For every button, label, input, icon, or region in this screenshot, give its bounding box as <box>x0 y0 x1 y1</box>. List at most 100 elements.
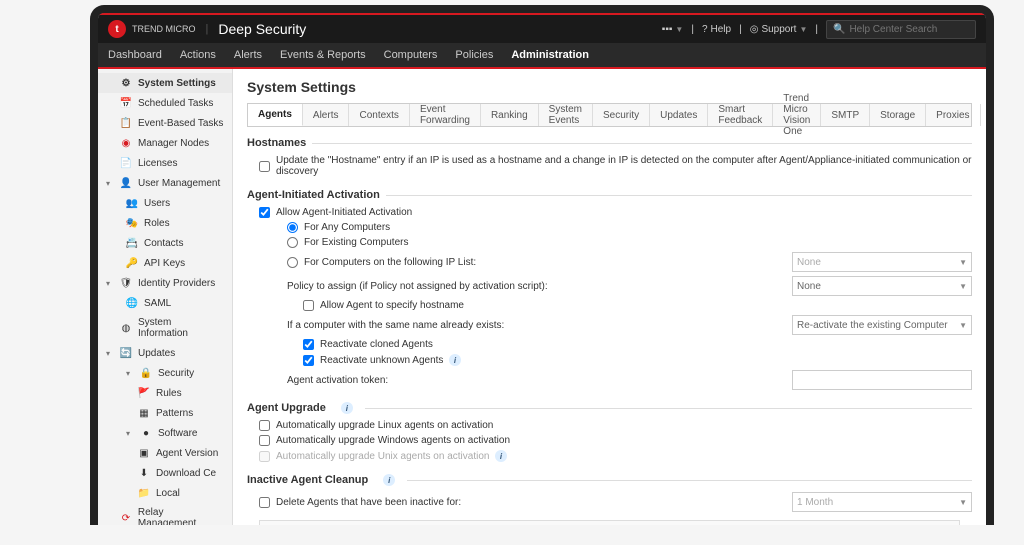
aia-iplist-select[interactable]: None▼ <box>792 252 972 272</box>
sidebar-item-patterns[interactable]: ▦Patterns <box>98 403 232 423</box>
sidebar-item-local[interactable]: 📁Local <box>98 483 232 503</box>
page-title: System Settings <box>247 79 972 95</box>
roles-icon: 🎭 <box>126 217 138 229</box>
tab-proxies[interactable]: Proxies <box>926 104 980 126</box>
sidebar: ⚙System Settings 📅Scheduled Tasks 📋Event… <box>98 69 233 525</box>
tab-smart-feedback[interactable]: Smart Feedback <box>708 104 773 126</box>
search-icon: 🔍 <box>833 24 845 35</box>
calendar-icon: 📅 <box>120 97 132 109</box>
sidebar-item-identity-providers[interactable]: ▾🛡Identity Providers <box>98 273 232 293</box>
help-link[interactable]: ?Help <box>702 24 731 35</box>
aia-allow-hostname-checkbox[interactable]: Allow Agent to specify hostname <box>303 300 464 311</box>
chevron-down-icon: ▾ <box>106 349 114 358</box>
aia-policy-select[interactable]: None▼ <box>792 276 972 296</box>
section-hostnames: Hostnames <box>247 137 972 149</box>
account-dropdown[interactable]: ▪▪▪ ▼ <box>662 24 684 35</box>
relay-icon: ⟳ <box>120 512 132 524</box>
chevron-down-icon: ▾ <box>126 369 134 378</box>
gear-icon: ⚙ <box>120 77 132 89</box>
topbar-divider: | <box>815 24 818 35</box>
section-upgrade: Agent Upgrade i <box>247 402 972 414</box>
sidebar-item-roles[interactable]: 🎭Roles <box>98 213 232 233</box>
aia-reactivate-unknown-checkbox[interactable]: Reactivate unknown Agents <box>303 355 443 366</box>
lock-icon: 🔒 <box>140 367 152 379</box>
nav-events[interactable]: Events & Reports <box>280 49 366 61</box>
cleanup-note: NOTE Deleting an agent removes any assig… <box>259 520 960 525</box>
chevron-down-icon: ▾ <box>126 429 134 438</box>
brand-sublabel: TREND MICRO <box>132 24 196 34</box>
life-ring-icon: ◎ <box>750 24 759 35</box>
sidebar-item-contacts[interactable]: 📇Contacts <box>98 233 232 253</box>
tab-updates[interactable]: Updates <box>650 104 708 126</box>
sidebar-item-user-management[interactable]: ▾👤User Management <box>98 173 232 193</box>
cleanup-duration-select[interactable]: 1 Month▼ <box>792 492 972 512</box>
aia-token-label: Agent activation token: <box>287 375 388 386</box>
aia-radio-existing[interactable]: For Existing Computers <box>287 237 408 248</box>
tab-event-forwarding[interactable]: Event Forwarding <box>410 104 481 126</box>
info-icon[interactable]: i <box>495 450 507 462</box>
sidebar-item-api-keys[interactable]: 🔑API Keys <box>98 253 232 273</box>
sidebar-item-download-center[interactable]: ⬇Download Ce <box>98 463 232 483</box>
key-icon: 🔑 <box>126 257 138 269</box>
help-search-input[interactable] <box>849 24 969 35</box>
identity-icon: 🛡 <box>120 277 132 289</box>
upgrade-linux-checkbox[interactable]: Automatically upgrade Linux agents on ac… <box>259 420 493 431</box>
pattern-icon: ▦ <box>138 407 150 419</box>
hostnames-update-checkbox[interactable]: Update the "Hostname" entry if an IP is … <box>259 155 972 177</box>
sidebar-item-updates[interactable]: ▾🔄Updates <box>98 343 232 363</box>
cleanup-delete-checkbox[interactable]: Delete Agents that have been inactive fo… <box>259 497 461 508</box>
tab-alerts[interactable]: Alerts <box>303 104 350 126</box>
tab-contexts[interactable]: Contexts <box>349 104 409 126</box>
sidebar-item-rules[interactable]: 🚩Rules <box>98 383 232 403</box>
nav-alerts[interactable]: Alerts <box>234 49 262 61</box>
chevron-down-icon: ▼ <box>959 321 967 330</box>
aia-reactivate-cloned-checkbox[interactable]: Reactivate cloned Agents <box>303 339 433 350</box>
nav-dashboard[interactable]: Dashboard <box>108 49 162 61</box>
upgrade-windows-checkbox[interactable]: Automatically upgrade Windows agents on … <box>259 435 510 446</box>
sidebar-item-scheduled-tasks[interactable]: 📅Scheduled Tasks <box>98 93 232 113</box>
sidebar-item-security[interactable]: ▾🔒Security <box>98 363 232 383</box>
info-icon[interactable]: i <box>383 474 395 486</box>
sidebar-item-relay-management[interactable]: ⟳Relay Management <box>98 503 232 525</box>
aia-token-input[interactable] <box>792 370 972 390</box>
info-icon[interactable]: i <box>341 402 353 414</box>
nav-computers[interactable]: Computers <box>384 49 438 61</box>
sidebar-item-users[interactable]: 👥Users <box>98 193 232 213</box>
nav-administration[interactable]: Administration <box>511 49 589 61</box>
sidebar-item-system-information[interactable]: ◍System Information <box>98 313 232 343</box>
sidebar-item-event-based-tasks[interactable]: 📋Event-Based Tasks <box>98 113 232 133</box>
aia-radio-any[interactable]: For Any Computers <box>287 222 390 233</box>
sidebar-item-system-settings[interactable]: ⚙System Settings <box>98 73 232 93</box>
upgrade-unix-checkbox: Automatically upgrade Unix agents on act… <box>259 451 489 462</box>
sidebar-item-agent-version[interactable]: ▣Agent Version <box>98 443 232 463</box>
aia-allow-checkbox[interactable]: Allow Agent-Initiated Activation <box>259 207 412 218</box>
download-icon: ⬇ <box>138 467 150 479</box>
help-search[interactable]: 🔍 <box>826 20 976 39</box>
software-icon: ● <box>140 427 152 439</box>
sidebar-item-saml[interactable]: 🌐SAML <box>98 293 232 313</box>
sidebar-item-software[interactable]: ▾●Software <box>98 423 232 443</box>
tab-tmvo[interactable]: Trend Micro Vision One <box>773 104 821 126</box>
tab-ranking[interactable]: Ranking <box>481 104 539 126</box>
content-pane: System Settings Agents Alerts Contexts E… <box>233 69 986 525</box>
tab-scroll-left[interactable]: ‹ <box>981 104 986 126</box>
tab-agents[interactable]: Agents <box>248 104 303 126</box>
sidebar-item-manager-nodes[interactable]: ◉Manager Nodes <box>98 133 232 153</box>
topbar-divider: | <box>691 24 694 35</box>
info-icon[interactable]: i <box>449 354 461 366</box>
aia-radio-iplist[interactable]: For Computers on the following IP List: <box>287 257 476 268</box>
nav-actions[interactable]: Actions <box>180 49 216 61</box>
brand-logo-icon: t <box>108 20 126 38</box>
section-cleanup: Inactive Agent Cleanup i <box>247 474 972 486</box>
tab-security[interactable]: Security <box>593 104 650 126</box>
tab-system-events[interactable]: System Events <box>539 104 593 126</box>
tab-smtp[interactable]: SMTP <box>821 104 870 126</box>
sidebar-item-licenses[interactable]: 📄Licenses <box>98 153 232 173</box>
aia-policy-label: Policy to assign (if Policy not assigned… <box>287 281 548 292</box>
info-icon: ◍ <box>120 322 132 334</box>
nav-policies[interactable]: Policies <box>455 49 493 61</box>
tab-storage[interactable]: Storage <box>870 104 926 126</box>
help-icon: ? <box>702 24 708 35</box>
aia-same-name-select[interactable]: Re-activate the existing Computer▼ <box>792 315 972 335</box>
support-dropdown[interactable]: ◎Support ▼ <box>750 24 808 35</box>
